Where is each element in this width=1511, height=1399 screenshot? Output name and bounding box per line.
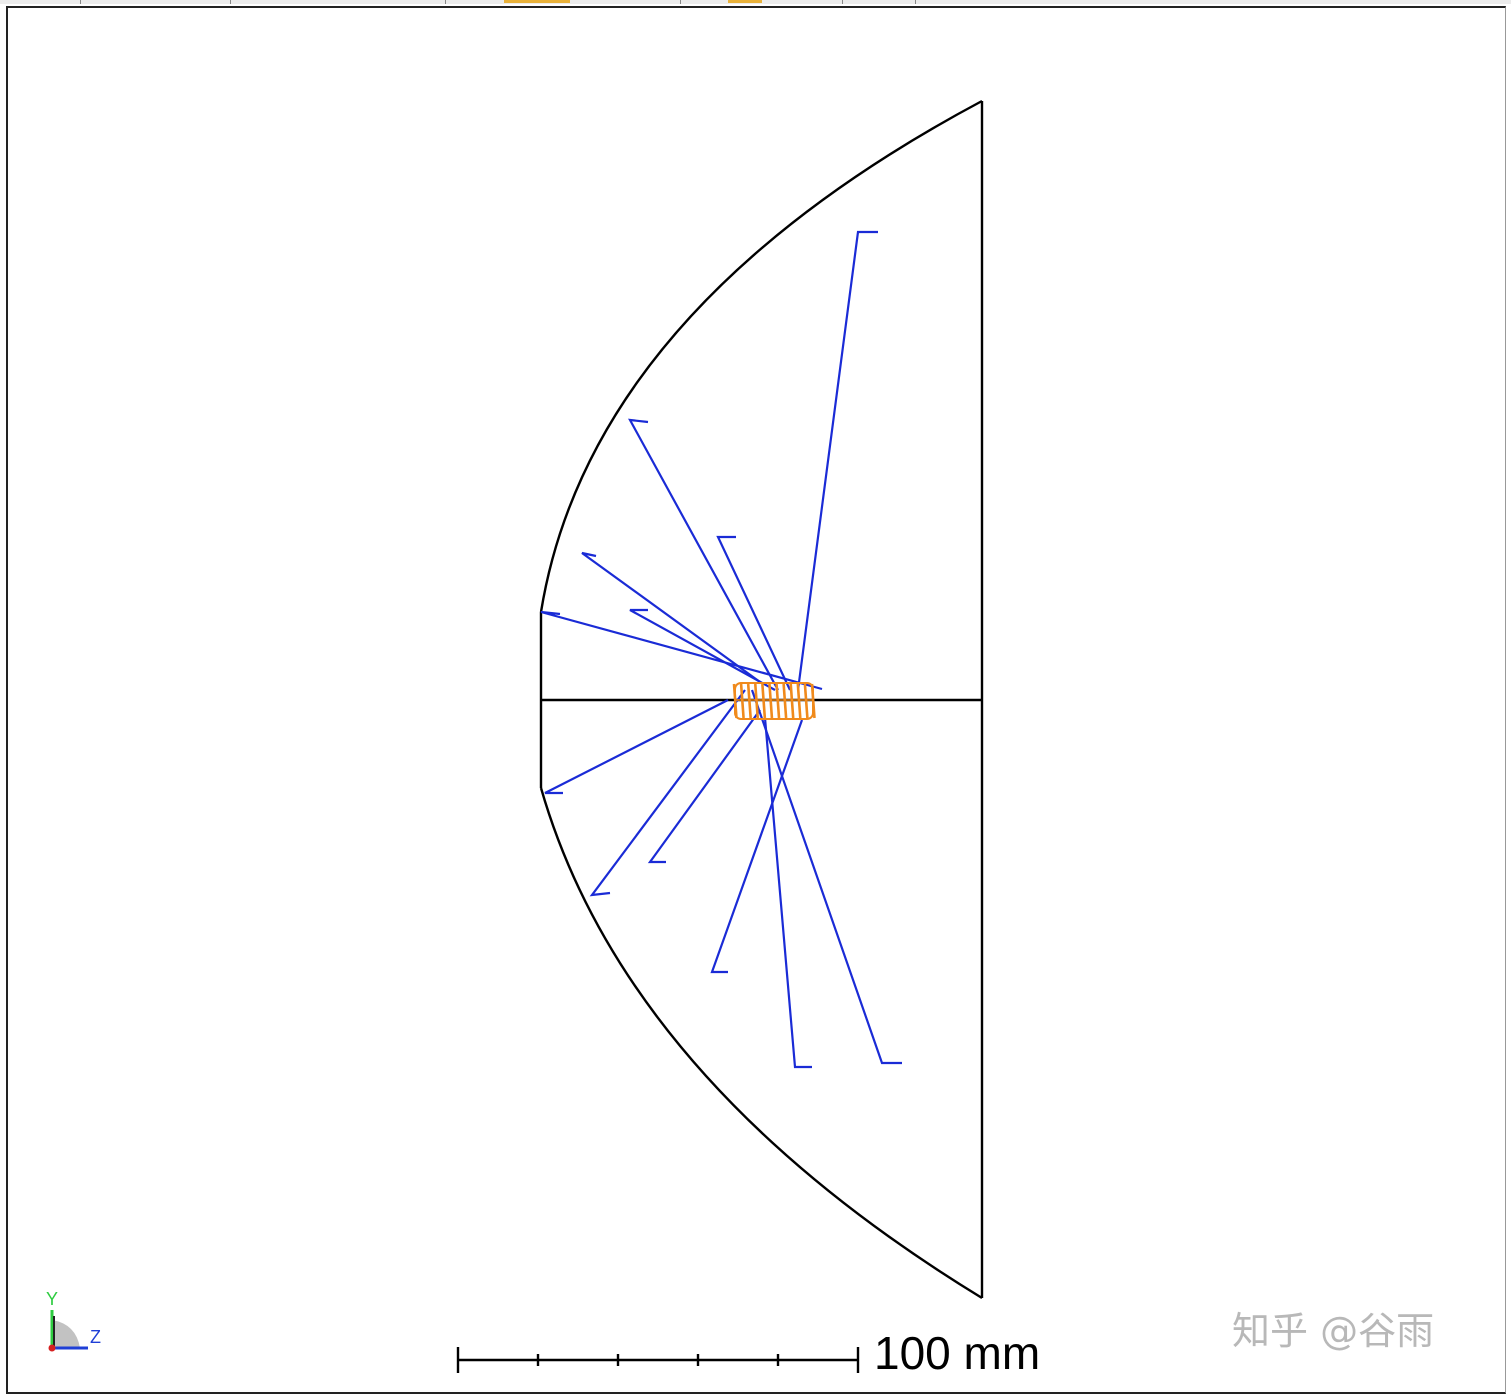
ray-trace — [629, 608, 776, 691]
ray-trace — [750, 689, 902, 1065]
ray-trace — [540, 610, 823, 691]
triad-y-label: Y — [46, 1289, 59, 1309]
ray-trace — [589, 689, 746, 897]
reflector-upper-curve — [539, 99, 983, 613]
triad-z-label: Z — [90, 1327, 101, 1347]
reflector-lower-curve — [539, 787, 983, 1300]
triad-shading — [52, 1320, 80, 1348]
optical-layout-drawing — [48, 99, 984, 1373]
ray-trace — [581, 551, 761, 683]
triad-x-axis — [48, 1344, 56, 1352]
watermark-text: 知乎 @谷雨 — [1232, 1309, 1435, 1353]
ray-trace — [763, 717, 812, 1069]
ray-trace — [647, 709, 761, 864]
coordinate-triad — [48, 1310, 88, 1352]
ray-trace — [628, 418, 779, 691]
ray-traces — [540, 230, 902, 1069]
ray-trace — [544, 699, 729, 795]
scale-bar — [456, 1347, 860, 1373]
ray-trace — [796, 230, 878, 691]
ray-trace — [716, 535, 791, 691]
3d-viewport[interactable]: Y Z 100 mm 知乎 @谷雨 — [0, 0, 1511, 1399]
scale-bar-label: 100 mm — [874, 1327, 1041, 1379]
